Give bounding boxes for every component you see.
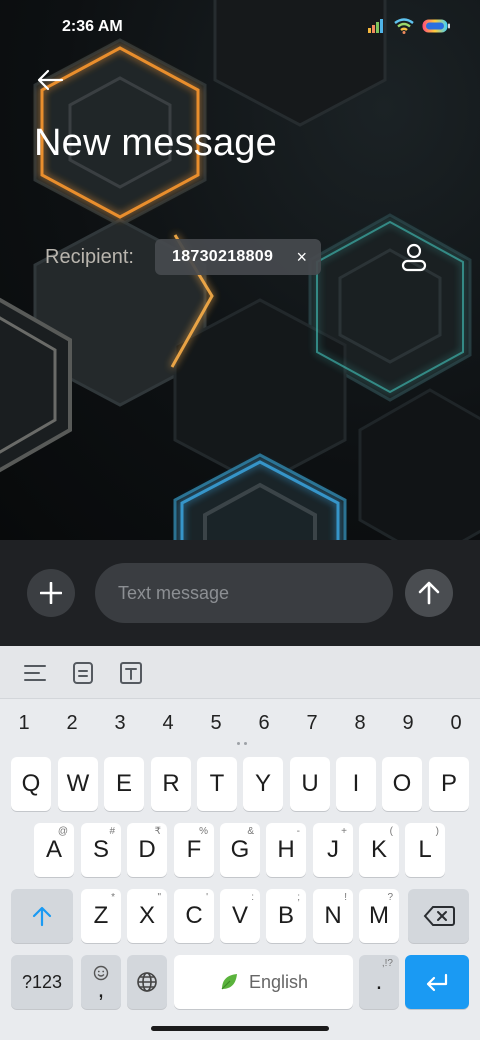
period-key[interactable]: ,!?.	[359, 955, 399, 1009]
key-g[interactable]: & G	[220, 823, 260, 877]
comma-key[interactable]: ,	[81, 955, 121, 1009]
key-7[interactable]: 7	[300, 712, 324, 735]
plus-icon	[40, 582, 62, 604]
arrow-left-icon	[37, 69, 64, 91]
key-u[interactable]: U	[290, 757, 330, 811]
key-n[interactable]: ! N	[313, 889, 353, 943]
key-1[interactable]: 1	[12, 712, 36, 735]
key-l[interactable]: ) L	[405, 823, 445, 877]
wifi-icon	[394, 18, 414, 34]
key-k[interactable]: (K	[359, 823, 399, 877]
key-5[interactable]: 5	[204, 712, 228, 735]
key-h[interactable]: -H	[266, 823, 306, 877]
attach-button[interactable]	[27, 569, 75, 617]
key-f[interactable]: % F	[174, 823, 214, 877]
recipient-label: Recipient:	[45, 246, 134, 268]
status-icons	[368, 18, 450, 34]
status-bar: 2:36 AM	[0, 0, 480, 56]
key-s[interactable]: # S	[81, 823, 121, 877]
chip-remove-button[interactable]: ×	[296, 247, 307, 267]
clipboard-icon[interactable]	[70, 660, 96, 686]
key-z[interactable]: * Z	[81, 889, 121, 943]
send-button[interactable]	[405, 569, 453, 617]
key-3[interactable]: 3	[108, 712, 132, 735]
key-2[interactable]: 2	[60, 712, 84, 735]
key-b[interactable]: ; B	[266, 889, 306, 943]
message-input[interactable]: Text message	[95, 563, 393, 623]
key-a[interactable]: @ A	[34, 823, 74, 877]
arrow-up-icon	[418, 581, 440, 605]
globe-icon	[137, 972, 157, 992]
key-t[interactable]: T	[197, 757, 237, 811]
enter-key[interactable]	[405, 955, 469, 1009]
page-title: New message	[34, 122, 277, 164]
key-8[interactable]: 8	[348, 712, 372, 735]
message-input-placeholder: Text message	[118, 583, 230, 603]
battery-icon	[422, 19, 450, 33]
recipient-chip[interactable]: 18730218809 ×	[155, 239, 321, 275]
enter-icon	[426, 973, 448, 992]
key-p[interactable]: P	[429, 757, 469, 811]
backspace-icon	[423, 906, 455, 926]
key-q[interactable]: Q	[11, 757, 51, 811]
key-x[interactable]: " X	[127, 889, 167, 943]
leaf-icon	[221, 974, 237, 990]
key-i[interactable]: I	[336, 757, 376, 811]
key-r[interactable]: R	[151, 757, 191, 811]
back-button[interactable]	[32, 62, 68, 98]
key-4[interactable]: 4	[156, 712, 180, 735]
key-j[interactable]: + J	[313, 823, 353, 877]
shift-key[interactable]	[11, 889, 73, 943]
text-box-icon[interactable]	[118, 660, 144, 686]
page-indicator	[237, 742, 247, 745]
key-y[interactable]: Y	[243, 757, 283, 811]
person-icon	[401, 243, 427, 272]
space-key[interactable]: English	[174, 955, 353, 1009]
key-w[interactable]: W	[58, 757, 98, 811]
symbols-key[interactable]: ?123	[11, 955, 73, 1009]
signal-icon	[368, 19, 383, 33]
key-6[interactable]: 6	[252, 712, 276, 735]
screen: 2:36 AM New message Recipient: 187302188…	[0, 0, 480, 1040]
key-o[interactable]: O	[382, 757, 422, 811]
language-key[interactable]	[127, 955, 167, 1009]
shift-icon	[32, 906, 52, 927]
key-v[interactable]: :V	[220, 889, 260, 943]
key-c[interactable]: ' C	[174, 889, 214, 943]
key-d[interactable]: ₹ D	[127, 823, 167, 877]
contact-picker-button[interactable]	[396, 240, 432, 276]
align-icon[interactable]	[22, 660, 48, 686]
key-9[interactable]: 9	[396, 712, 420, 735]
key-0[interactable]: 0	[444, 712, 468, 735]
recipient-chip-value: 18730218809	[172, 248, 274, 265]
key-e[interactable]: E	[104, 757, 144, 811]
home-indicator[interactable]	[151, 1026, 329, 1031]
backspace-key[interactable]	[408, 889, 469, 943]
key-m[interactable]: ? M	[359, 889, 399, 943]
status-time: 2:36 AM	[62, 18, 123, 35]
